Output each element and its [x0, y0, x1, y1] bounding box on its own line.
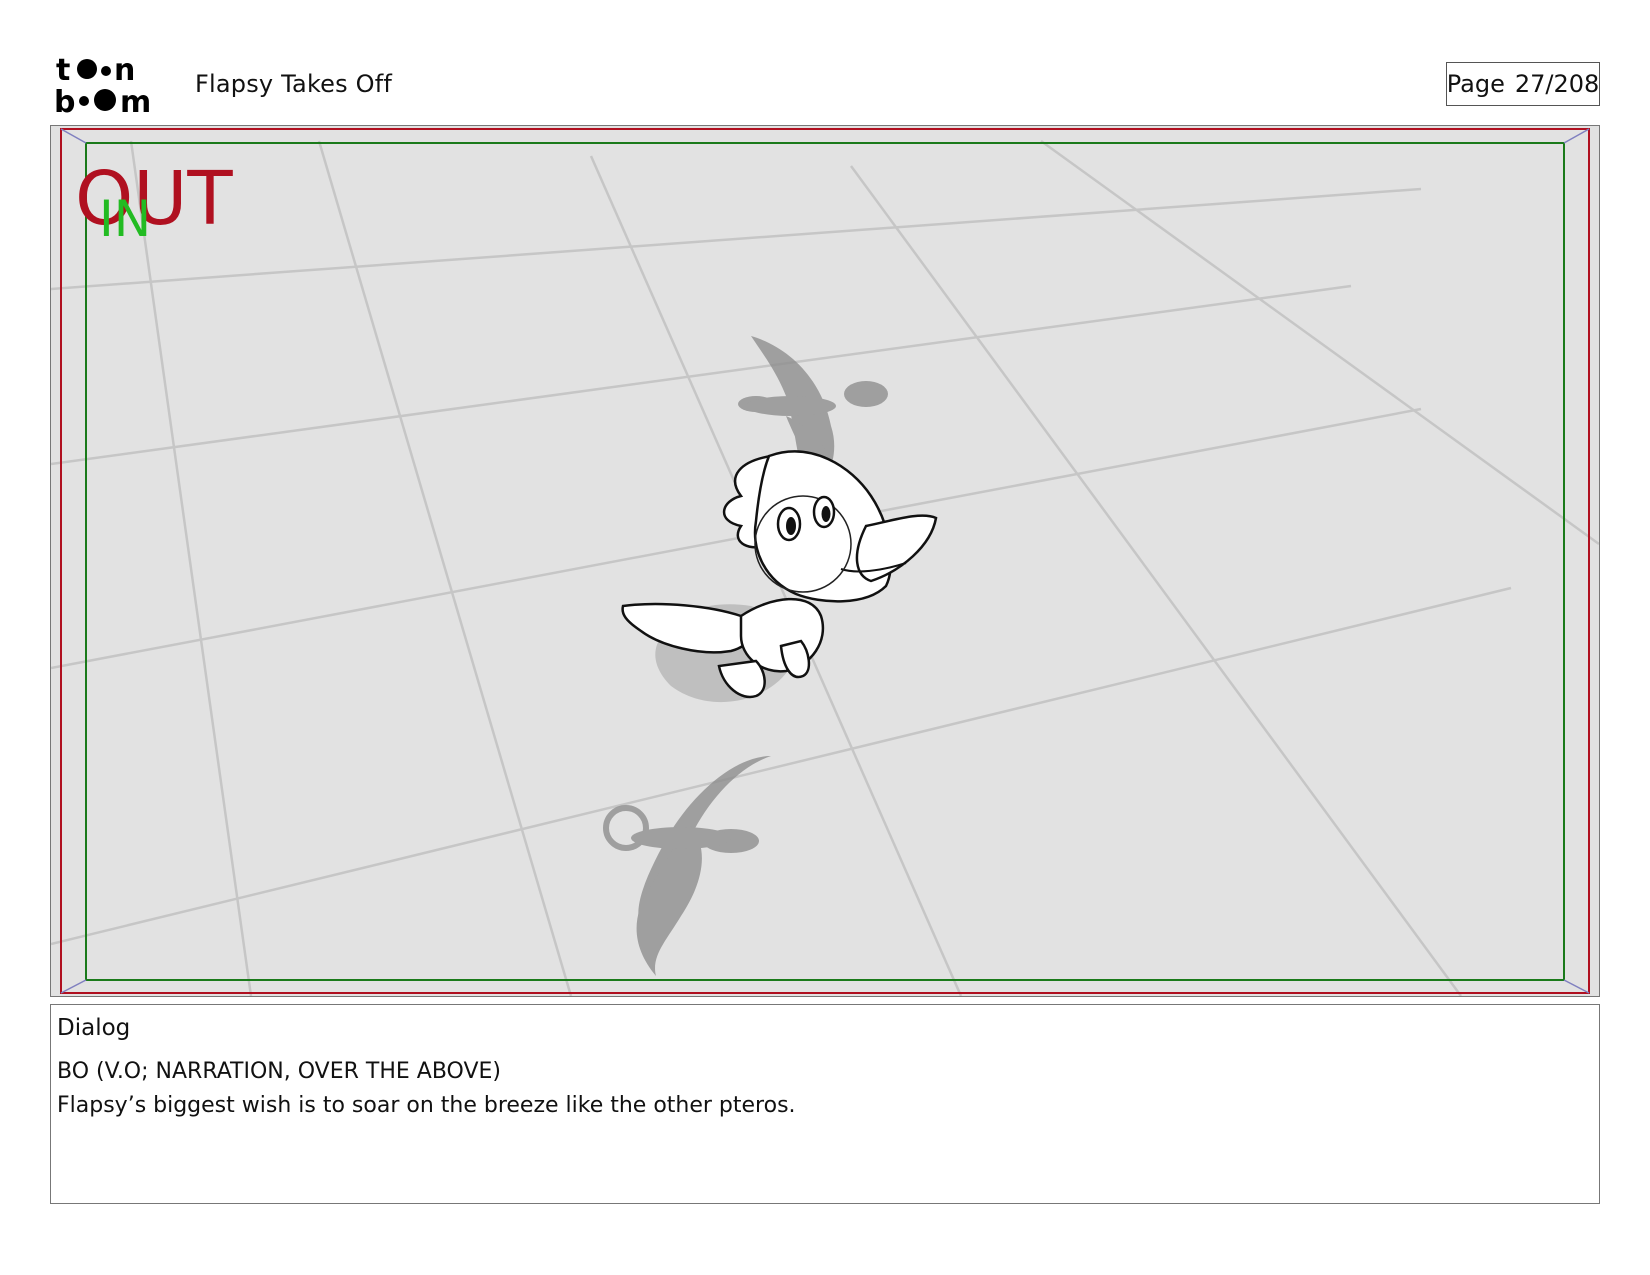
dialog-speaker: BO (V.O; NARRATION, OVER THE ABOVE): [57, 1059, 501, 1084]
project-title: Flapsy Takes Off: [195, 70, 393, 98]
storyboard-panel: OUT IN: [50, 125, 1600, 997]
dialog-heading: Dialog: [57, 1015, 131, 1041]
toon-boom-logo: t n b m: [54, 53, 151, 116]
in-marker: IN: [99, 190, 151, 248]
panel-artwork: OUT IN: [51, 126, 1599, 996]
page-number: 27/208: [1514, 70, 1600, 98]
svg-text:m: m: [120, 85, 151, 116]
dialog-section: Dialog BO (V.O; NARRATION, OVER THE ABOV…: [50, 1004, 1600, 1204]
page-label: Page: [1446, 70, 1505, 98]
svg-text:n: n: [114, 53, 135, 88]
svg-text:t: t: [56, 53, 70, 88]
svg-text:b: b: [54, 85, 75, 116]
page-indicator: Page 27/208: [1446, 62, 1600, 106]
dialog-text: Flapsy’s biggest wish is to soar on the …: [57, 1093, 796, 1118]
